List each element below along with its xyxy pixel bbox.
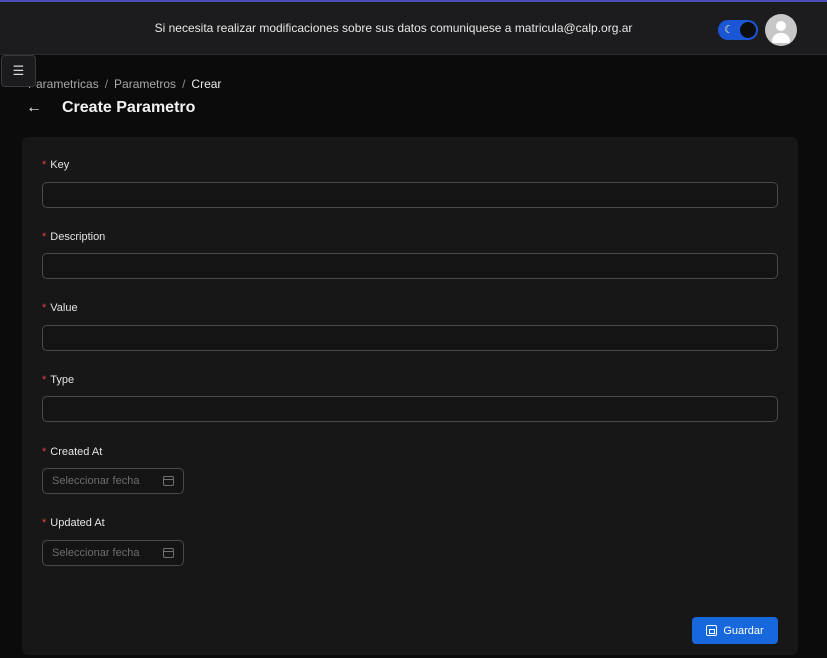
- type-label: * Type: [42, 374, 75, 386]
- page-title: Create Parametro: [62, 99, 196, 116]
- user-avatar[interactable]: [765, 14, 797, 46]
- key-input[interactable]: [42, 182, 778, 208]
- value-label: * Value: [42, 302, 78, 314]
- back-arrow-icon[interactable]: ←: [26, 98, 42, 118]
- calendar-icon: [163, 476, 174, 486]
- sidebar-toggle-button[interactable]: ☰: [1, 55, 36, 87]
- list-icon: ☰: [12, 63, 25, 78]
- created-at-label: * Created At: [42, 446, 103, 458]
- required-marker: *: [42, 446, 47, 458]
- moon-icon: ☾: [724, 24, 734, 36]
- breadcrumb-separator: /: [182, 77, 186, 91]
- save-button[interactable]: Guardar: [692, 617, 778, 644]
- description-label: * Description: [42, 231, 106, 243]
- breadcrumb-item-parametros[interactable]: Parametros: [114, 77, 176, 91]
- breadcrumb-separator: /: [104, 77, 109, 91]
- breadcrumb: Parametricas / Parametros / Crear: [28, 77, 221, 91]
- required-marker: *: [42, 231, 47, 243]
- description-input[interactable]: [42, 253, 778, 279]
- type-input[interactable]: [42, 396, 778, 422]
- theme-toggle[interactable]: ☾: [718, 20, 758, 40]
- toggle-knob: [740, 22, 756, 38]
- save-button-label: Guardar: [723, 624, 764, 637]
- breadcrumb-item-crear: Crear: [191, 77, 222, 91]
- created-at-datepicker[interactable]: Seleccionar fecha: [42, 468, 184, 494]
- created-at-placeholder: Seleccionar fecha: [52, 475, 140, 487]
- calendar-icon: [163, 548, 174, 558]
- updated-at-placeholder: Seleccionar fecha: [52, 547, 140, 559]
- save-icon: [706, 625, 718, 636]
- breadcrumb-item-parametricas[interactable]: Parametricas: [28, 77, 99, 91]
- value-input[interactable]: [42, 325, 778, 351]
- required-marker: *: [42, 159, 47, 171]
- required-marker: *: [42, 374, 47, 386]
- updated-at-datepicker[interactable]: Seleccionar fecha: [42, 540, 184, 566]
- top-bar: Si necesita realizar modificaciones sobr…: [0, 0, 827, 55]
- required-marker: *: [42, 302, 47, 314]
- key-label: * Key: [42, 159, 70, 171]
- updated-at-label: * Updated At: [42, 517, 105, 529]
- required-marker: *: [42, 517, 47, 529]
- contact-message: Si necesita realizar modificaciones sobr…: [154, 21, 633, 35]
- create-parametro-form: * Key * Description * Value * Type * Created …: [22, 137, 798, 655]
